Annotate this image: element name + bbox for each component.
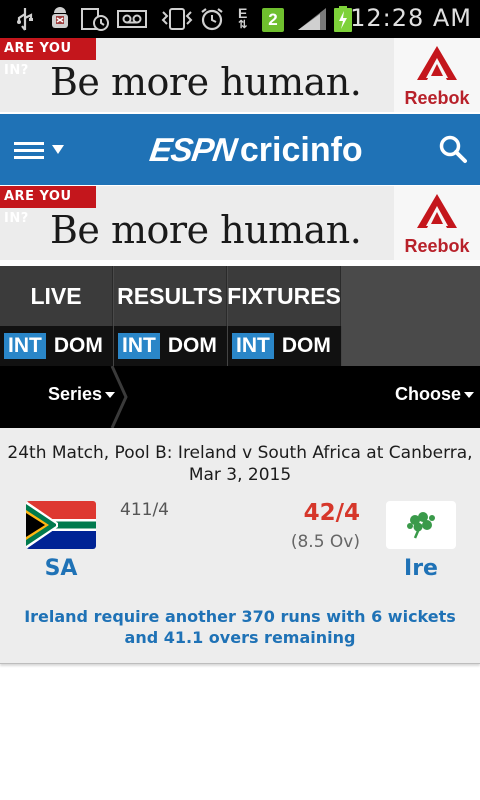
- south-africa-flag-icon: [26, 501, 96, 549]
- tab-bar: LIVE RESULTS FIXTURES INT DOM INT DOM IN…: [0, 266, 480, 366]
- match-title: 24th Match, Pool B: Ireland v South Afri…: [7, 443, 473, 485]
- alarm-icon: [198, 6, 226, 32]
- series-label: Series: [48, 384, 103, 404]
- tab-fixtures[interactable]: FIXTURES: [227, 266, 341, 326]
- android-debug-icon: [48, 6, 72, 32]
- team1-score: 411/4: [120, 500, 169, 520]
- vibrate-icon: [160, 6, 194, 32]
- ad-brand-name: Reebok: [404, 88, 470, 108]
- series-dropdown[interactable]: Series: [48, 384, 116, 405]
- results-dom-toggle[interactable]: DOM: [164, 333, 221, 359]
- fixtures-subtabs: INT DOM: [228, 326, 342, 366]
- choose-label: Choose: [394, 384, 461, 404]
- espn-cricinfo-logo[interactable]: ESPN cricinfo: [147, 128, 363, 172]
- chevron-down-icon: [464, 392, 474, 399]
- results-subtabs: INT DOM: [114, 326, 228, 366]
- fixtures-dom-toggle[interactable]: DOM: [278, 333, 335, 359]
- ad-tag: ARE YOU IN?: [0, 38, 96, 78]
- live-subtabs: INT DOM: [0, 326, 114, 366]
- app-header: ESPN cricinfo: [0, 114, 480, 185]
- match-status: Ireland require another 370 runs with 6 …: [24, 607, 456, 647]
- chevron-right-icon: [110, 366, 128, 428]
- live-int-toggle[interactable]: INT: [4, 333, 46, 359]
- reebok-delta-icon: [417, 194, 457, 228]
- network-e-icon: E ⇅: [238, 5, 248, 31]
- logo-espn: ESPN: [147, 131, 239, 168]
- ad-brand: Reebok: [394, 186, 480, 260]
- menu-button[interactable]: [14, 140, 66, 162]
- ad-brand: Reebok: [394, 38, 480, 112]
- voicemail-icon: [116, 6, 148, 32]
- team1-name: SA: [44, 556, 78, 581]
- tab-live[interactable]: LIVE: [0, 266, 113, 326]
- tab-results[interactable]: RESULTS: [114, 266, 227, 326]
- chevron-down-icon: [52, 145, 64, 154]
- sim-2-icon: 2: [262, 8, 284, 32]
- team2-overs: (8.5 Ov): [290, 532, 360, 552]
- ad-headline: Be more human.: [50, 60, 362, 104]
- fixtures-int-toggle[interactable]: INT: [232, 333, 274, 359]
- team2-name: Ire: [404, 556, 438, 581]
- ad-tag: ARE YOU IN?: [0, 186, 96, 226]
- live-dom-toggle[interactable]: DOM: [50, 333, 107, 359]
- ad-banner-top[interactable]: ARE YOU IN? Be more human. Reebok: [0, 38, 480, 112]
- status-bar: E ⇅ 2 12:28 AM: [0, 0, 480, 38]
- filter-bar: Series Choose: [0, 366, 480, 428]
- ireland-shamrock-icon: [386, 501, 456, 549]
- ad-headline: Be more human.: [50, 208, 362, 252]
- choose-dropdown[interactable]: Choose: [395, 384, 474, 405]
- signal-icon: [296, 6, 328, 32]
- ad-banner-bottom[interactable]: ARE YOU IN? Be more human. Reebok: [0, 186, 480, 260]
- results-int-toggle[interactable]: INT: [118, 333, 160, 359]
- search-icon: [439, 135, 467, 163]
- usb-icon: [14, 6, 36, 32]
- logo-cricinfo: cricinfo: [239, 130, 363, 169]
- match-card[interactable]: 24th Match, Pool B: Ireland v South Afri…: [0, 428, 480, 664]
- team2-score: 42/4: [303, 500, 360, 526]
- reebok-delta-icon: [417, 46, 457, 80]
- clock: 12:28 AM: [350, 4, 472, 32]
- ad-brand-name: Reebok: [404, 236, 470, 256]
- search-button[interactable]: [438, 134, 468, 164]
- screenshot-icon: [80, 6, 110, 32]
